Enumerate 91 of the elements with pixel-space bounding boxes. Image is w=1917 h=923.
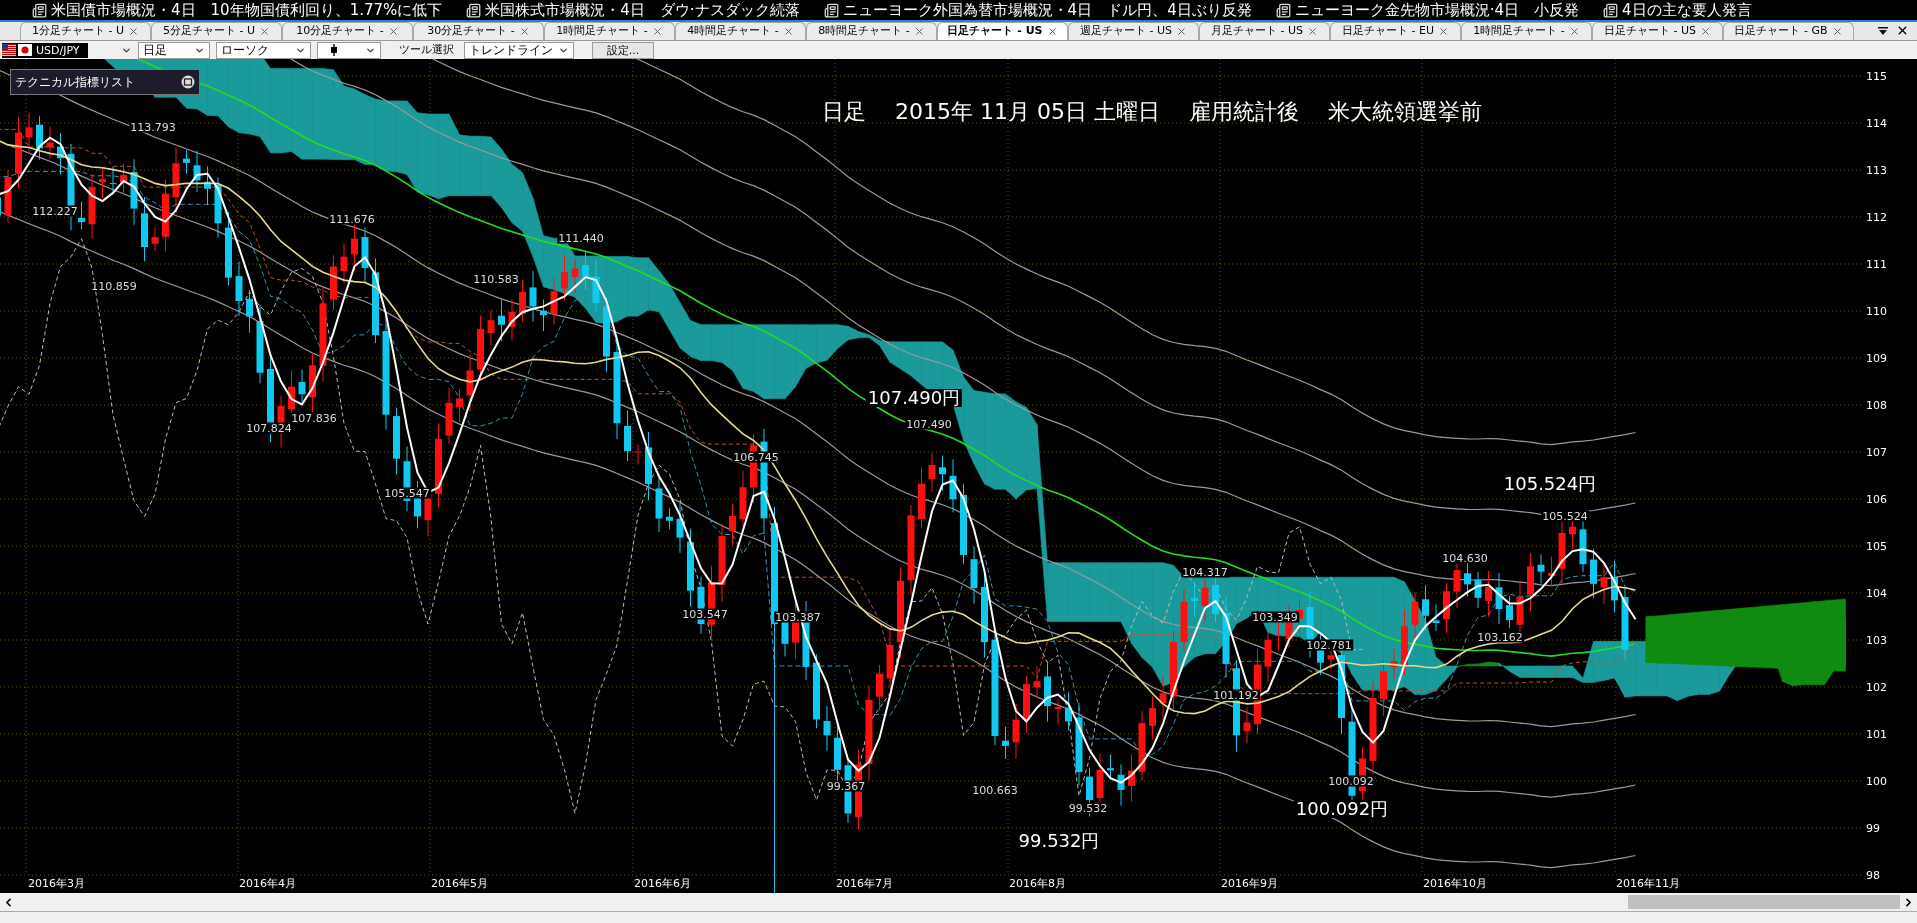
newspaper-icon — [466, 2, 482, 18]
y-axis-label: 113 — [1866, 164, 1887, 176]
candle-style-select[interactable] — [317, 41, 381, 59]
chart-tab[interactable]: 10分足チャート - — [282, 22, 413, 40]
chart-tab[interactable]: 30分足チャート - — [413, 22, 544, 40]
y-axis-label: 99 — [1866, 822, 1880, 834]
price-label: 100.092 — [1327, 775, 1375, 787]
chart-tab[interactable]: 1時間足チャート - — [1461, 22, 1592, 40]
price-label: 105.547 — [383, 487, 431, 499]
chart-tab[interactable]: 日足チャート - EU — [1330, 22, 1461, 40]
chart-type-select[interactable]: ローソク — [216, 41, 311, 59]
flags-icon — [2, 44, 32, 56]
scrollbar-thumb[interactable] — [1628, 895, 1900, 909]
news-headline[interactable]: 4日の主な要人発言 — [1622, 2, 1752, 18]
newspaper-icon — [1275, 2, 1291, 18]
price-label: 107.836 — [290, 412, 338, 424]
y-axis-label: 111 — [1866, 258, 1887, 270]
chart-tab[interactable]: 日足チャート - US — [937, 22, 1068, 40]
price-label: 104.317 — [1181, 566, 1229, 578]
x-axis-label: 2016年5月 — [431, 878, 488, 889]
y-axis-label: 112 — [1866, 211, 1887, 223]
x-axis-label: 2016年11月 — [1616, 878, 1680, 889]
price-label: 103.349 — [1251, 611, 1299, 623]
y-axis-label: 114 — [1866, 117, 1887, 129]
price-label: 107.490 — [905, 418, 953, 430]
x-axis-label: 2016年8月 — [1009, 878, 1066, 889]
y-axis-label: 107 — [1866, 446, 1887, 458]
candlestick-icon — [330, 44, 338, 56]
price-label: 101.192 — [1212, 689, 1260, 701]
price-label: 106.745 — [732, 451, 780, 463]
y-axis-label: 109 — [1866, 352, 1887, 364]
price-label: 107.824 — [245, 422, 293, 434]
y-axis-label: 102 — [1866, 681, 1887, 693]
tool-select-label: ツール選択 — [399, 41, 454, 58]
news-headline[interactable]: ニューヨーク金先物市場概況·4日 小反発 — [1294, 2, 1579, 18]
news-headline[interactable]: 米国債市場概況・4日 10年物国債利回り、1.77%に低下 — [51, 2, 443, 18]
price-label: 99.532 — [1067, 802, 1109, 814]
chart-tab[interactable]: 日足チャート - US — [1592, 22, 1723, 40]
y-axis-label: 100 — [1866, 775, 1887, 787]
y-axis-label: 115 — [1866, 70, 1887, 82]
x-axis-label: 2016年9月 — [1221, 878, 1278, 889]
price-label: 102.781 — [1305, 639, 1353, 651]
horizontal-scrollbar[interactable] — [0, 893, 1917, 912]
chart-tab[interactable]: 8時間足チャート - — [806, 22, 937, 40]
chart-tab[interactable]: 週足チャート - US — [1068, 22, 1199, 40]
minimize-icon[interactable] — [181, 75, 195, 89]
y-axis-label: 104 — [1866, 587, 1887, 599]
y-axis-label: 98 — [1866, 869, 1880, 881]
chart-tab[interactable]: 4時間足チャート - — [675, 22, 806, 40]
x-axis-label: 2016年7月 — [836, 878, 893, 889]
price-label: 111.440 — [557, 232, 605, 244]
price-label: 105.524 — [1541, 510, 1589, 522]
tab-list-dropdown-icon[interactable] — [1878, 27, 1888, 35]
y-axis-label: 110 — [1866, 305, 1887, 317]
price-callout-label: 107.490円 — [865, 389, 963, 407]
y-axis-label: 106 — [1866, 493, 1887, 505]
x-axis-label: 2016年10月 — [1423, 878, 1487, 889]
price-label: 103.162 — [1476, 631, 1524, 643]
panel-title: テクニカル指標リスト — [15, 74, 136, 91]
news-headline[interactable]: 米国株式市場概況・4日 ダウ·ナスダック続落 — [485, 2, 800, 18]
y-axis-label: 105 — [1866, 540, 1887, 552]
price-label: 110.583 — [472, 273, 520, 285]
timeframe-select[interactable]: 日足 — [138, 41, 210, 59]
chart-title: 日足 2015年 11月 05日 土曜日 雇用統計後 米大統領選挙前 — [822, 101, 1482, 123]
chart-tab[interactable]: 5分足チャート - U — [151, 22, 282, 40]
price-label: 111.676 — [328, 213, 376, 225]
price-label: 112.227 — [31, 205, 79, 217]
newspaper-icon — [32, 2, 47, 18]
price-label: 104.630 — [1441, 552, 1489, 564]
chart-tab[interactable]: 1分足チャート - U — [20, 22, 151, 40]
x-axis-label: 2016年3月 — [28, 878, 85, 889]
chart-tab[interactable]: 月足チャート - US — [1199, 22, 1330, 40]
price-label: 113.793 — [129, 121, 177, 133]
settings-button[interactable]: 設定... — [592, 41, 654, 59]
chart-tab[interactable]: 日足チャート - GB — [1723, 22, 1854, 40]
y-axis-label: 103 — [1866, 634, 1887, 646]
price-label: 100.663 — [971, 784, 1019, 796]
price-label: 103.387 — [774, 611, 822, 623]
close-icon[interactable] — [1896, 24, 1909, 37]
y-axis-label: 101 — [1866, 728, 1887, 740]
price-label: 110.859 — [90, 280, 138, 292]
x-axis-label: 2016年6月 — [634, 878, 691, 889]
x-axis-label: 2016年4月 — [239, 878, 296, 889]
news-headline[interactable]: ニューヨーク外国為替市場概況・4日 ドル円、4日ぶり反発 — [842, 2, 1252, 18]
price-label: 103.547 — [681, 608, 729, 620]
price-label: 99.367 — [825, 780, 867, 792]
newspaper-icon — [1603, 2, 1618, 18]
newspaper-icon — [823, 2, 839, 18]
tool-select[interactable]: トレンドライン — [464, 41, 574, 59]
chart-tab[interactable]: 1時間足チャート - — [544, 22, 675, 40]
y-axis-label: 108 — [1866, 399, 1887, 411]
